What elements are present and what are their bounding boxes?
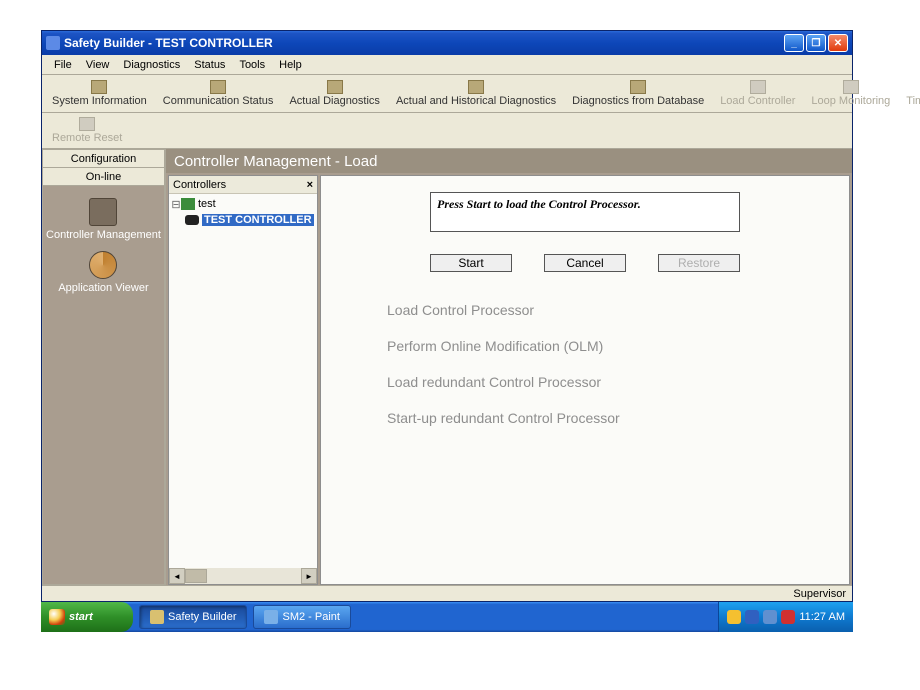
menu-file[interactable]: File	[48, 57, 78, 73]
hist-diag-icon	[468, 80, 484, 94]
restore-button: Restore	[658, 254, 740, 272]
remote-reset-icon	[79, 117, 95, 131]
loop-mon-icon	[843, 80, 859, 94]
menu-tools[interactable]: Tools	[233, 57, 271, 73]
system-tray[interactable]: 11:27 AM	[718, 602, 853, 632]
system-info-icon	[91, 80, 107, 94]
tree-node-selected[interactable]: TEST CONTROLLER	[171, 212, 315, 228]
status-bar: Supervisor	[42, 585, 852, 601]
db-diag-icon	[630, 80, 646, 94]
application-viewer-icon	[89, 251, 117, 279]
tree-close-button[interactable]: ×	[307, 179, 313, 191]
paint-icon	[264, 610, 278, 624]
tab-configuration[interactable]: Configuration	[42, 149, 165, 167]
windows-logo-icon	[49, 609, 65, 625]
tool-actual-historical-diagnostics[interactable]: Actual and Historical Diagnostics	[388, 75, 564, 112]
app-window: Safety Builder - TEST CONTROLLER _ ❐ ✕ F…	[41, 30, 853, 602]
right-column: Controller Management - Load Controllers…	[165, 149, 852, 585]
tree-hscrollbar[interactable]: ◄ ►	[169, 568, 317, 584]
maximize-button[interactable]: ❐	[806, 34, 826, 52]
start-menu-button[interactable]: start	[41, 602, 133, 632]
menu-view[interactable]: View	[80, 57, 116, 73]
window-title: Safety Builder - TEST CONTROLLER	[64, 36, 784, 50]
main-area: Configuration On-line Controller Managem…	[42, 149, 852, 585]
tool-load-controller: Load Controller	[712, 75, 803, 112]
load-ctrl-icon	[750, 80, 766, 94]
task-item: Load redundant Control Processor	[387, 374, 849, 390]
tool-communication-status[interactable]: Communication Status	[155, 75, 282, 112]
scroll-left-button[interactable]: ◄	[169, 568, 185, 584]
tool-actual-diagnostics[interactable]: Actual Diagnostics	[281, 75, 388, 112]
tool-time-synchronization: Time Synchronization	[898, 75, 920, 112]
page-body: Controllers × ⊟ test TEST CONTROL	[166, 173, 852, 585]
actual-diag-icon	[327, 80, 343, 94]
scroll-track[interactable]	[185, 568, 301, 584]
tool-remote-reset: Remote Reset	[44, 113, 130, 148]
task-list: Load Control Processor Perform Online Mo…	[387, 302, 849, 426]
clock[interactable]: 11:27 AM	[799, 611, 845, 623]
tray-icon[interactable]	[745, 610, 759, 624]
scroll-thumb[interactable]	[185, 569, 207, 583]
side-panel: Controller Management Application Viewer	[42, 185, 165, 585]
taskbar-tab-safety-builder[interactable]: Safety Builder	[139, 605, 247, 629]
tray-shield-icon[interactable]	[727, 610, 741, 624]
minimize-button[interactable]: _	[784, 34, 804, 52]
folder-icon	[181, 198, 195, 210]
toolbar-secondary: Remote Reset	[42, 113, 852, 149]
title-bar[interactable]: Safety Builder - TEST CONTROLLER _ ❐ ✕	[42, 31, 852, 55]
controllers-tree-panel: Controllers × ⊟ test TEST CONTROL	[168, 175, 318, 585]
scroll-right-button[interactable]: ►	[301, 568, 317, 584]
menu-bar: File View Diagnostics Status Tools Help	[42, 55, 852, 75]
close-button[interactable]: ✕	[828, 34, 848, 52]
page-title: Controller Management - Load	[166, 149, 852, 173]
task-item: Load Control Processor	[387, 302, 849, 318]
sidebar-item-application-viewer[interactable]: Application Viewer	[58, 251, 148, 294]
taskbar-tab-paint[interactable]: SM2 - Paint	[253, 605, 350, 629]
tree-root-node[interactable]: ⊟ test	[171, 196, 315, 212]
menu-help[interactable]: Help	[273, 57, 308, 73]
tree-body[interactable]: ⊟ test TEST CONTROLLER	[169, 194, 317, 568]
sidebar-item-controller-management[interactable]: Controller Management	[46, 198, 161, 241]
tray-icon[interactable]	[763, 610, 777, 624]
message-box: Press Start to load the Control Processo…	[430, 192, 740, 232]
controller-icon	[185, 215, 199, 225]
task-item: Perform Online Modification (OLM)	[387, 338, 849, 354]
menu-diagnostics[interactable]: Diagnostics	[117, 57, 186, 73]
toolbar: System Information Communication Status …	[42, 75, 852, 113]
menu-status[interactable]: Status	[188, 57, 231, 73]
button-row: Start Cancel Restore	[430, 254, 740, 272]
status-user: Supervisor	[793, 588, 846, 600]
task-item: Start-up redundant Control Processor	[387, 410, 849, 426]
tab-online[interactable]: On-line	[42, 167, 165, 185]
comm-status-icon	[210, 80, 226, 94]
cancel-button[interactable]: Cancel	[544, 254, 626, 272]
app-icon	[150, 610, 164, 624]
tree-header: Controllers ×	[169, 176, 317, 194]
app-icon	[46, 36, 60, 50]
tool-system-information[interactable]: System Information	[44, 75, 155, 112]
tool-loop-monitoring: Loop Monitoring	[803, 75, 898, 112]
start-button[interactable]: Start	[430, 254, 512, 272]
tree-header-label: Controllers	[173, 179, 226, 191]
tray-icon[interactable]	[781, 610, 795, 624]
expand-icon[interactable]: ⊟	[171, 198, 181, 211]
content-panel: Press Start to load the Control Processo…	[320, 175, 850, 585]
left-column: Configuration On-line Controller Managem…	[42, 149, 165, 585]
taskbar[interactable]: start Safety Builder SM2 - Paint 11:27 A…	[41, 602, 853, 632]
tool-diagnostics-from-database[interactable]: Diagnostics from Database	[564, 75, 712, 112]
controller-management-icon	[89, 198, 117, 226]
